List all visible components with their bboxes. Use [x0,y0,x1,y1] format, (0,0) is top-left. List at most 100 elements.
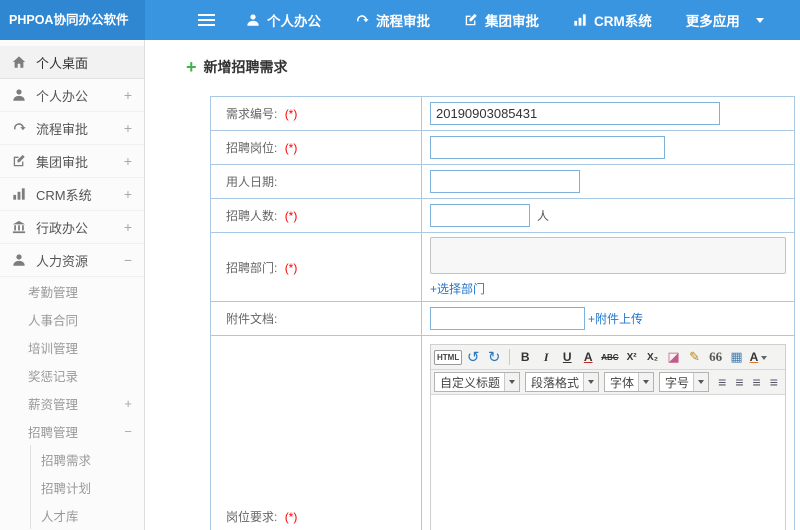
nav-label: 集团审批 [485,14,539,29]
position-input[interactable] [430,136,665,159]
editor-content-area[interactable] [431,395,785,530]
field-label: 需求编号: [226,107,278,121]
menu-toggle-button[interactable] [198,14,215,26]
expand-toggle[interactable]: + [124,220,132,234]
topbar: PHPOA协同办公软件 个人办公 流程审批 集团审批 CRM系统 更多应用 [0,0,800,40]
nav-process-approval[interactable]: 流程审批 [355,10,430,30]
required-mark: (*) [284,509,298,524]
align-right-button[interactable]: ≡ [749,372,765,392]
form-row-request-number: 需求编号: (*) [210,96,795,131]
font-family-select[interactable]: 字体 [604,372,655,392]
form-row-headcount: 招聘人数: (*) 人 [210,198,795,233]
sidebar-item-label: 个人办公 [36,88,89,104]
sidebar-subitem-label: 奖惩记录 [28,369,79,384]
hire-date-input[interactable] [430,170,580,193]
sidebar-subitem-training[interactable]: 培训管理 [0,333,144,361]
attachment-input[interactable] [430,307,585,330]
recruit-submenu: 招聘需求 招聘计划 人才库 [30,445,144,529]
format-brush-button[interactable]: ✎ [685,347,705,367]
expand-toggle[interactable]: + [124,88,132,102]
redo-button[interactable]: ↻ [484,347,504,367]
sidebar-subsubitem-talent-pool[interactable]: 人才库 [31,501,144,529]
undo-button[interactable]: ↺ [463,347,483,367]
sidebar-item-personal-desktop[interactable]: 个人桌面 [0,46,144,79]
editor-toolbar-row2: 自定义标题 段落格式 字体 字号 ≡ ≡ ≡ ≡ [431,370,785,395]
sidebar-subitem-salary[interactable]: 薪资管理 + [0,389,144,417]
remove-format-button[interactable]: ◪ [664,347,684,367]
font-size-select[interactable]: 字号 [659,372,710,392]
home-icon [12,55,28,69]
paragraph-format-select[interactable]: 段落格式 [525,372,600,392]
font-color-button[interactable]: A [578,347,598,367]
expand-toggle[interactable]: + [124,187,132,201]
sidebar-subsubitem-label: 招聘计划 [41,481,92,496]
sidebar-subitem-attendance[interactable]: 考勤管理 [0,277,144,305]
text-color-button[interactable]: A [748,347,770,367]
bank-icon [12,220,28,234]
sidebar-subitem-recruit-mgmt[interactable]: 招聘管理 − [0,417,144,445]
field-label: 招聘人数: [226,209,278,223]
expand-toggle[interactable]: + [124,121,132,135]
headcount-input[interactable] [430,204,530,227]
form-row-attachment: 附件文档: +附件上传 [210,301,795,336]
sidebar-item-group-approval[interactable]: 集团审批 + [0,145,144,178]
sidebar: 个人桌面 个人办公 + 流程审批 + 集团审批 + CRM系统 + 行政办公 + [0,40,145,530]
sidebar-item-label: 集团审批 [36,154,89,170]
select-value: 字号 [665,375,690,390]
sidebar-item-label: 流程审批 [36,121,89,137]
align-justify-button[interactable]: ≡ [766,372,782,392]
sidebar-subsubitem-recruit-request[interactable]: 招聘需求 [31,445,144,473]
select-department-link[interactable]: +选择部门 [430,282,485,296]
bold-button[interactable]: B [515,347,535,367]
align-center-button[interactable]: ≡ [731,372,747,392]
underline-button[interactable]: U [557,347,577,367]
expand-toggle[interactable]: + [124,154,132,168]
sidebar-subitem-rewards[interactable]: 奖惩记录 [0,361,144,389]
collapse-toggle[interactable]: − [124,425,132,438]
user-icon [246,13,260,27]
page-title: 新增招聘需求 [203,59,288,75]
sidebar-item-personal-office[interactable]: 个人办公 + [0,79,144,112]
sidebar-subitem-hr-contract[interactable]: 人事合同 [0,305,144,333]
field-label: 附件文档: [226,312,278,326]
process-icon [12,121,28,135]
nav-personal-office[interactable]: 个人办公 [246,10,321,30]
italic-button[interactable]: I [536,347,556,367]
select-value: 段落格式 [531,375,580,390]
custom-heading-select[interactable]: 自定义标题 [434,372,521,392]
edit-square-icon [464,13,478,27]
align-left-button[interactable]: ≡ [714,372,730,392]
strikethrough-button[interactable]: ABC [599,347,620,367]
sidebar-item-crm[interactable]: CRM系统 + [0,178,144,211]
nav-group-approval[interactable]: 集团审批 [464,10,539,30]
collapse-toggle[interactable]: − [124,253,132,267]
nav-label: CRM系统 [594,14,652,29]
caret-down-icon [583,373,599,391]
toolbar-separator [509,349,511,365]
blockquote-button[interactable]: 66 [706,347,726,367]
caret-down-icon [638,373,654,391]
source-html-button[interactable]: HTML [434,349,463,365]
sidebar-subsubitem-label: 招聘需求 [41,453,92,468]
sidebar-subitem-label: 人事合同 [28,313,79,328]
headcount-unit: 人 [537,209,550,223]
sidebar-item-hr[interactable]: 人力资源 − [0,244,144,277]
field-label: 招聘部门: [226,260,278,275]
attachment-upload-link[interactable]: +附件上传 [588,312,643,326]
insert-table-button[interactable]: ▦ [727,347,747,367]
request-number-input[interactable] [430,102,720,125]
sidebar-item-admin-office[interactable]: 行政办公 + [0,211,144,244]
user-icon [12,253,28,267]
sidebar-item-process-approval[interactable]: 流程审批 + [0,112,144,145]
nav-label: 个人办公 [267,14,321,29]
editor-toolbar-row1: HTML ↺ ↻ B I U A ABC X² X₂ ◪ ✎ 66 ▦ A [431,345,785,370]
superscript-button[interactable]: X² [622,347,642,367]
nav-more-apps[interactable]: 更多应用 [686,10,764,30]
subscript-button[interactable]: X₂ [643,347,663,367]
department-textarea[interactable] [430,237,786,274]
expand-toggle[interactable]: + [124,397,132,410]
select-value: 自定义标题 [440,375,501,390]
sidebar-subsubitem-recruit-plan[interactable]: 招聘计划 [31,473,144,501]
nav-crm[interactable]: CRM系统 [573,10,652,30]
sidebar-item-label: 个人桌面 [36,55,89,71]
